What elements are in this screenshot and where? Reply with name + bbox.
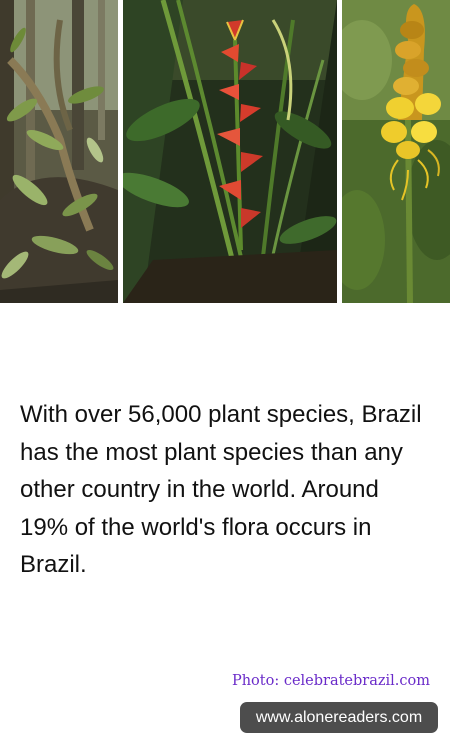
yellow-candle-bush-photo xyxy=(342,0,450,303)
photo-strip xyxy=(0,0,450,303)
plant-species-fact: With over 56,000 plant species, Brazil h… xyxy=(20,401,422,578)
photo-credit: Photo: celebratebrazil.com xyxy=(231,673,430,689)
website-watermark: www.alonereaders.com xyxy=(240,702,438,733)
orchid-plant-photo xyxy=(0,0,118,303)
heliconia-flower-photo xyxy=(123,0,337,303)
